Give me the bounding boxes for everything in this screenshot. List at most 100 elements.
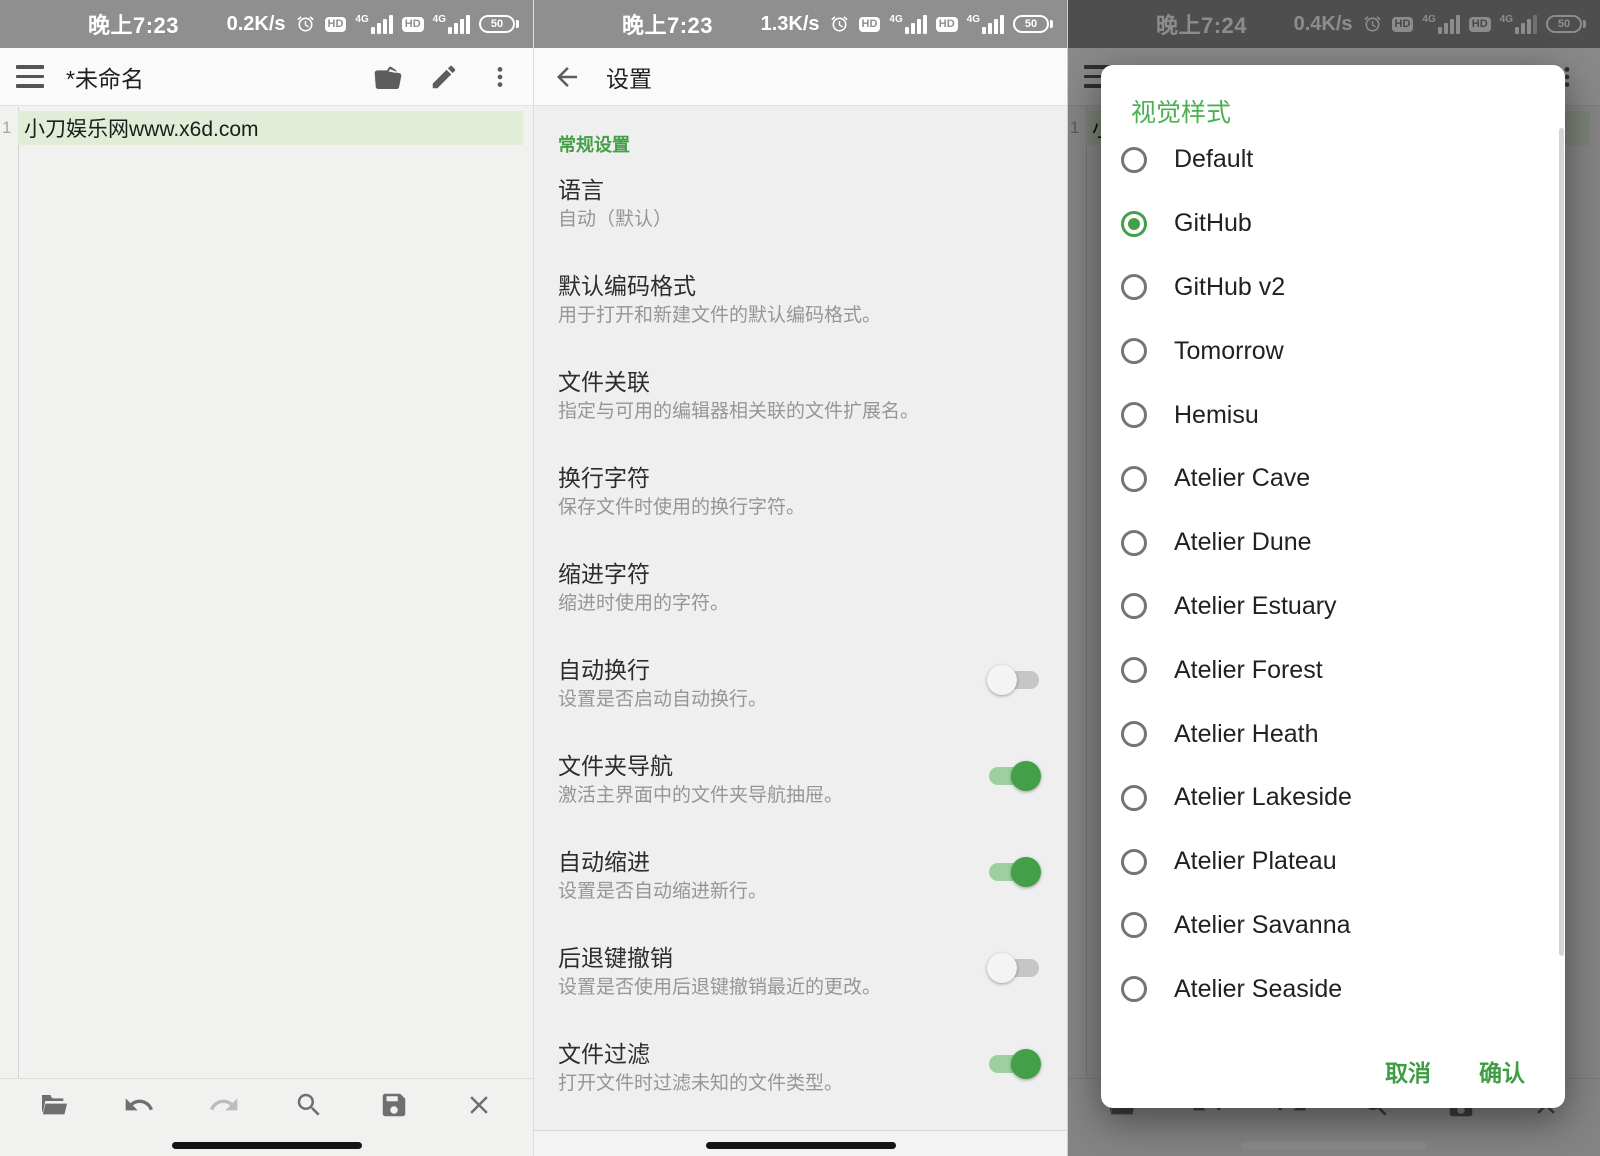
line-text[interactable]: 小刀娱乐网www.x6d.com (18, 111, 523, 145)
hd-icon: HD (859, 17, 881, 32)
style-option[interactable]: Atelier Forest (1101, 638, 1557, 702)
settings-row[interactable]: 文件关联 指定与可用的编辑器相关联的文件扩展名。 (534, 355, 1067, 451)
toggle-switch[interactable] (987, 665, 1041, 695)
undo-icon[interactable] (122, 1088, 156, 1122)
style-option[interactable]: Default (1101, 128, 1557, 192)
setting-title: 自动换行 (558, 655, 977, 685)
settings-row[interactable]: 自动缩进 设置是否自动缩进新行。 (534, 835, 1067, 931)
radio-icon (1121, 593, 1147, 619)
style-option[interactable]: Tomorrow (1101, 319, 1557, 383)
battery-icon: 50 (479, 15, 519, 33)
status-icons: 0.2K/s HD 4G HD 4G 50 (227, 13, 519, 36)
close-icon[interactable] (462, 1088, 496, 1122)
setting-title: 换行字符 (558, 463, 977, 493)
style-option[interactable]: GitHub v2 (1101, 256, 1557, 320)
radio-icon (1121, 721, 1147, 747)
alarm-icon (295, 14, 316, 35)
setting-subtitle: 激活主界面中的文件夹导航抽屉。 (558, 783, 977, 809)
app-bar: 设置 (534, 48, 1067, 106)
setting-subtitle: 指定与可用的编辑器相关联的文件扩展名。 (558, 399, 977, 425)
edit-icon[interactable] (427, 60, 461, 94)
hd-icon: HD (402, 17, 424, 32)
radio-icon (1121, 147, 1147, 173)
setting-subtitle: 设置是否启动自动换行。 (558, 687, 977, 713)
radio-icon (1121, 976, 1147, 1002)
style-option[interactable]: Atelier Seaside (1101, 957, 1557, 1018)
settings-screen: 晚上7:23 1.3K/s HD 4G HD 4G 50 设置 常规设置 语言 (533, 0, 1067, 1156)
save-icon[interactable] (377, 1088, 411, 1122)
hd-icon: HD (936, 17, 958, 32)
radio-icon (1121, 338, 1147, 364)
style-option[interactable]: Atelier Savanna (1101, 894, 1557, 958)
settings-row[interactable]: 文件夹导航 激活主界面中的文件夹导航抽屉。 (534, 739, 1067, 835)
style-option[interactable]: Hemisu (1101, 383, 1557, 447)
app-bar: *未命名 (0, 48, 533, 106)
section-header: 常规设置 (534, 107, 1067, 163)
gutter-divider (18, 107, 19, 1078)
status-time: 晚上7:23 (88, 8, 179, 40)
home-indicator[interactable] (172, 1142, 362, 1149)
setting-subtitle: 设置是否使用后退键撤销最近的更改。 (558, 975, 977, 1001)
status-bar: 晚上7:23 1.3K/s HD 4G HD 4G 50 (534, 0, 1067, 48)
network-speed: 1.3K/s (761, 13, 820, 36)
menu-icon[interactable] (16, 65, 44, 88)
style-option[interactable]: Atelier Cave (1101, 447, 1557, 511)
style-option-label: Atelier Dune (1174, 528, 1312, 557)
style-option[interactable]: GitHub (1101, 192, 1557, 256)
settings-row[interactable]: 换行字符 保存文件时使用的换行字符。 (534, 451, 1067, 547)
settings-row[interactable]: 缩进字符 缩进时使用的字符。 (534, 547, 1067, 643)
style-option-label: Atelier Plateau (1174, 847, 1337, 876)
dialog-buttons: 取消 确认 (1385, 1048, 1525, 1094)
setting-title: 文件过滤 (558, 1039, 977, 1069)
confirm-button[interactable]: 确认 (1479, 1054, 1525, 1088)
radio-icon (1121, 657, 1147, 683)
style-option[interactable]: Atelier Plateau (1101, 830, 1557, 894)
status-time: 晚上7:23 (622, 8, 713, 40)
setting-subtitle: 缩进时使用的字符。 (558, 591, 977, 617)
style-option[interactable]: Atelier Heath (1101, 702, 1557, 766)
settings-row[interactable]: 后退键撤销 设置是否使用后退键撤销最近的更改。 (534, 931, 1067, 1027)
visual-style-dialog-screen: 晚上7:24 0.4K/s HD 4G HD 4G 50 1 小刀娱乐网www.… (1067, 0, 1600, 1156)
back-arrow-icon[interactable] (550, 60, 584, 94)
style-option[interactable]: Atelier Lakeside (1101, 766, 1557, 830)
setting-title: 语言 (558, 175, 977, 205)
setting-subtitle: 打开文件时过滤未知的文件类型。 (558, 1071, 977, 1097)
text-editor-area[interactable]: 1 小刀娱乐网www.x6d.com (0, 107, 533, 1078)
settings-row[interactable]: 自动换行 设置是否启动自动换行。 (534, 643, 1067, 739)
setting-subtitle: 自动（默认） (558, 207, 977, 233)
radio-icon (1121, 785, 1147, 811)
page-title: 设置 (606, 60, 1051, 94)
toggle-switch[interactable] (987, 857, 1041, 887)
redo-icon[interactable] (207, 1088, 241, 1122)
settings-rows: 语言 自动（默认） 默认编码格式 用于打开和新建文件的默认编码格式。 文件关联 … (534, 163, 1067, 1123)
more-options-icon[interactable] (483, 60, 517, 94)
toggle-switch[interactable] (987, 1049, 1041, 1079)
toggle-switch[interactable] (987, 761, 1041, 791)
cancel-button[interactable]: 取消 (1385, 1054, 1431, 1088)
radio-icon (1121, 530, 1147, 556)
signal-icon: 4G (889, 15, 926, 34)
settings-row[interactable]: 文件过滤 打开文件时过滤未知的文件类型。 (534, 1027, 1067, 1123)
open-file-icon[interactable] (371, 60, 405, 94)
signal-icon: 4G (433, 15, 470, 34)
toggle-switch[interactable] (987, 953, 1041, 983)
home-indicator[interactable] (706, 1142, 896, 1149)
setting-subtitle: 保存文件时使用的换行字符。 (558, 495, 977, 521)
style-option-label: Default (1174, 145, 1253, 174)
settings-row[interactable]: 语言 自动（默认） (534, 163, 1067, 259)
search-icon[interactable] (292, 1088, 326, 1122)
radio-icon (1121, 466, 1147, 492)
settings-row[interactable]: 默认编码格式 用于打开和新建文件的默认编码格式。 (534, 259, 1067, 355)
radio-icon (1121, 849, 1147, 875)
open-folder-icon[interactable] (37, 1088, 71, 1122)
setting-title: 缩进字符 (558, 559, 977, 589)
style-option-label: Atelier Savanna (1174, 911, 1351, 940)
style-option[interactable]: Atelier Dune (1101, 511, 1557, 575)
dialog-scrollbar[interactable] (1559, 128, 1564, 956)
style-option-label: Tomorrow (1174, 337, 1284, 366)
code-line[interactable]: 1 小刀娱乐网www.x6d.com (0, 111, 533, 145)
setting-subtitle: 用于打开和新建文件的默认编码格式。 (558, 303, 977, 329)
style-option[interactable]: Atelier Estuary (1101, 575, 1557, 639)
style-option-label: GitHub (1174, 209, 1252, 238)
style-option-label: Hemisu (1174, 401, 1259, 430)
